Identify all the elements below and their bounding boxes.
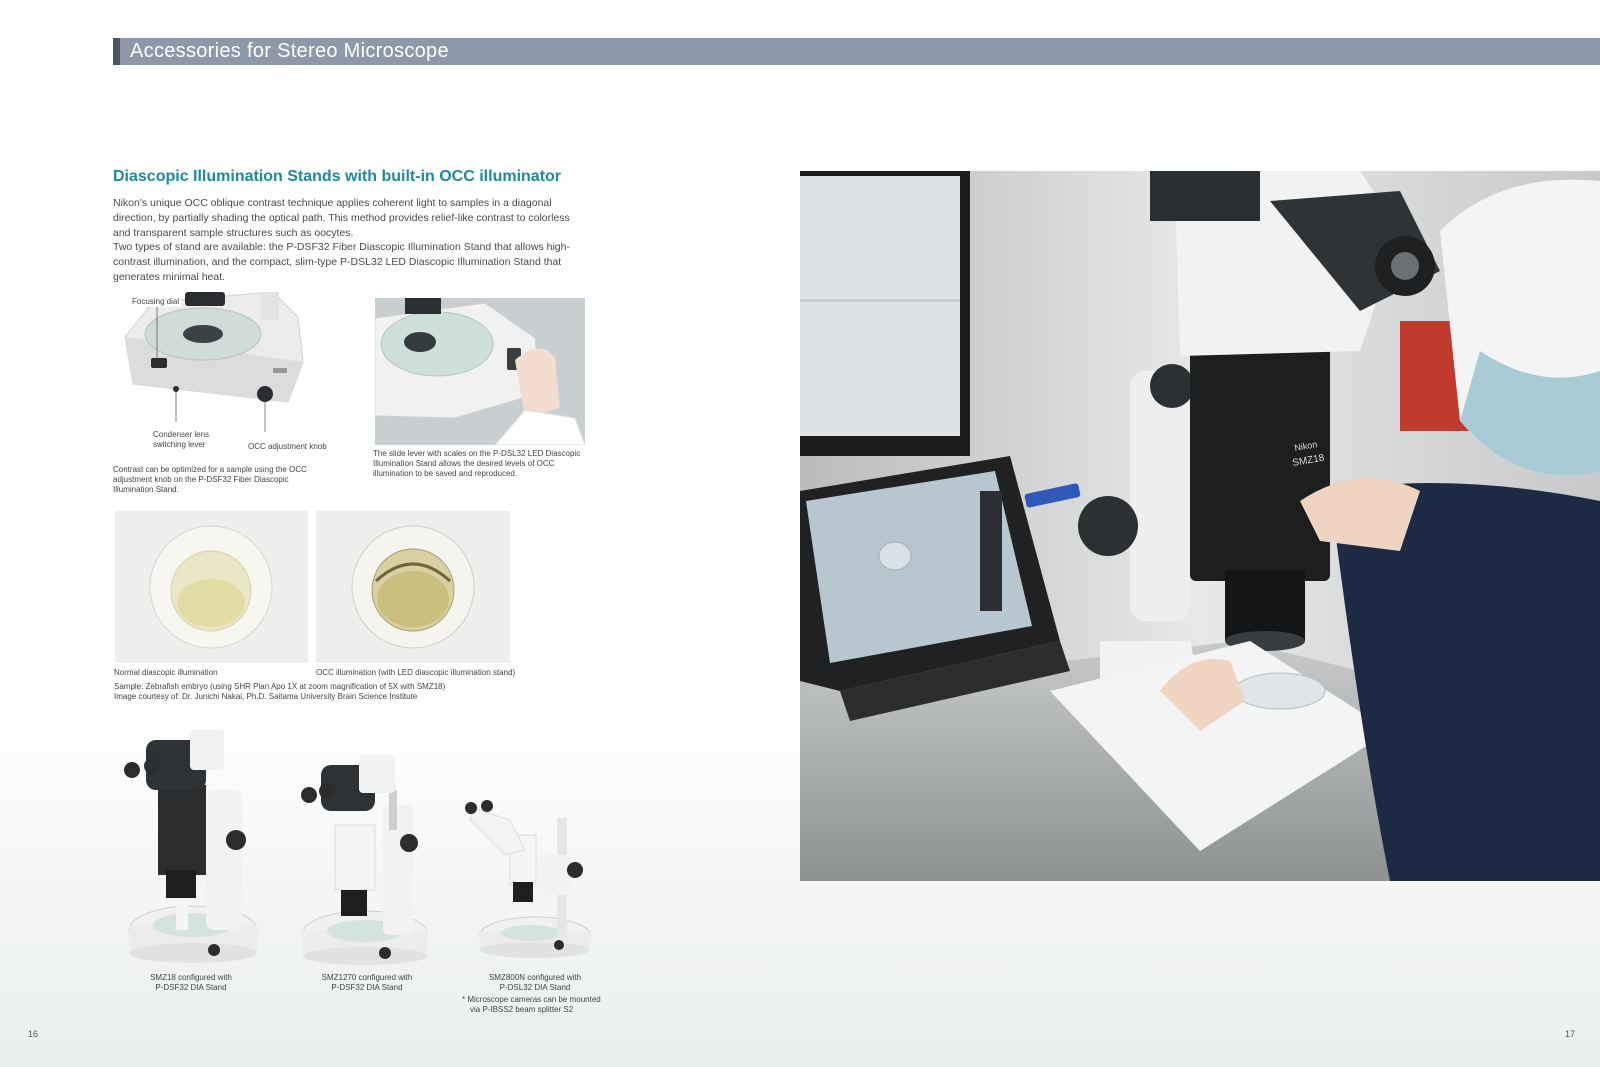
label-condenser-line1: Condenser lens — [153, 430, 210, 439]
stand-photo — [113, 292, 343, 437]
smz18-caption-line2: P-DSF32 DIA Stand — [155, 983, 227, 992]
intro-paragraph-2: Two types of stand are available: the P-… — [113, 241, 570, 283]
footnote-line2: via P-IBSS2 beam splitter S2 — [470, 1005, 574, 1014]
stand-caption: Contrast can be optimized for a sample u… — [113, 465, 307, 494]
embryo-occ-caption: OCC illumination (with LED diascopic ill… — [316, 668, 516, 677]
page-number-right: 17 — [1565, 1029, 1576, 1039]
smz800n-caption-line1: SMZ800N configured with — [488, 973, 582, 982]
section-heading: Diascopic Illumination Stands with built… — [113, 168, 562, 185]
page-number-left: 16 — [28, 1029, 39, 1039]
microscope-smz18-image — [118, 730, 263, 970]
footnote: * Microscope cameras can be mounted via … — [462, 995, 612, 1015]
smz1270-caption-line2: P-DSF32 DIA Stand — [331, 983, 403, 992]
label-condenser-lever: Condenser lens switching lever — [153, 430, 209, 450]
sample-note: Sample: Zebrafish embryo (using SHR Plan… — [114, 682, 445, 702]
smz1270-caption-line1: SMZ1270 configured with — [321, 973, 413, 982]
smz800n-caption-line2: P-DSL32 DIA Stand — [499, 983, 571, 992]
label-condenser-line2: switching lever — [153, 440, 206, 449]
label-occ-knob: OCC adjustment knob — [248, 442, 327, 451]
page-title: Accessories for Stereo Microscope — [130, 40, 449, 62]
sample-line2: Image courtesy of: Dr. Junichi Nakai, Ph… — [114, 692, 418, 701]
intro-text: Nikon's unique OCC oblique contrast tech… — [113, 196, 583, 285]
sample-line1: Sample: Zebrafish embryo (using SHR Plan… — [114, 682, 446, 691]
microscope-smz1270-image — [295, 755, 440, 970]
main-lab-photo: Nikon SMZ18 — [800, 171, 1600, 881]
smz18-caption-line1: SMZ18 configured with — [150, 973, 232, 982]
smz1270-caption: SMZ1270 configured with P-DSF32 DIA Stan… — [302, 973, 432, 993]
footnote-line1: * Microscope cameras can be mounted — [462, 995, 601, 1004]
lever-caption: The slide lever with scales on the P-DSL… — [373, 449, 581, 478]
smz18-caption: SMZ18 configured with P-DSF32 DIA Stand — [130, 973, 252, 993]
embryo-normal-photo — [115, 511, 308, 663]
smz800n-caption: SMZ800N configured with P-DSL32 DIA Stan… — [470, 973, 600, 993]
embryo-occ-photo — [316, 511, 510, 663]
label-focusing-dial: Focusing dial — [130, 297, 182, 307]
lever-photo — [375, 298, 585, 445]
intro-paragraph-1: Nikon's unique OCC oblique contrast tech… — [113, 197, 570, 239]
microscope-smz800n-image — [465, 800, 600, 970]
header-accent — [113, 38, 120, 65]
embryo-normal-caption: Normal diascopic illumination — [114, 668, 218, 677]
